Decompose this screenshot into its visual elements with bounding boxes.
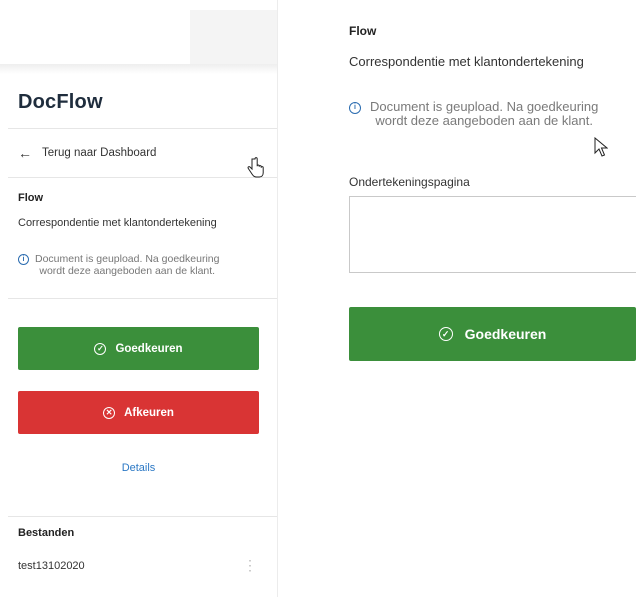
x-circle-icon: ✕ xyxy=(103,406,116,419)
arrow-left-icon: ← xyxy=(18,145,32,161)
flow-heading: Flow xyxy=(18,192,44,204)
kebab-menu-icon[interactable]: ⋮ xyxy=(243,557,257,574)
detail-approve-button[interactable]: ✓ Goedkeuren xyxy=(349,307,636,361)
info-text-line: wordt deze aangeboden aan de klant. xyxy=(39,265,216,277)
info-text-line: Document is geupload. Na goedkeuring xyxy=(370,99,599,114)
divider xyxy=(8,298,277,299)
back-label: Terug naar Dashboard xyxy=(42,147,157,159)
detail-info-message: i Document is geupload. Na goedkeuring w… xyxy=(349,100,636,128)
header-shadow xyxy=(0,64,277,74)
approve-label: Goedkeuren xyxy=(464,326,547,342)
divider xyxy=(8,516,277,517)
app-title: DocFlow xyxy=(18,91,103,113)
info-message: i Document is geupload. Na goedkeuring w… xyxy=(18,253,263,277)
detail-flow-name: Correspondentie met klantondertekening xyxy=(349,54,584,69)
info-text: Document is geupload. Na goedkeuring wor… xyxy=(35,253,219,277)
approve-button[interactable]: ✓ Goedkeuren xyxy=(18,327,259,370)
files-heading: Bestanden xyxy=(18,527,75,539)
back-to-dashboard-link[interactable]: ← Terug naar Dashboard xyxy=(18,143,156,163)
hand-cursor-icon xyxy=(247,157,264,178)
header-strip xyxy=(190,10,277,65)
sidebar-panel: DocFlow ← Terug naar Dashboard Flow Corr… xyxy=(0,0,278,597)
info-circle-icon: i xyxy=(349,102,361,114)
file-item[interactable]: test13102020 xyxy=(18,560,85,572)
detail-info-text: Document is geupload. Na goedkeuring wor… xyxy=(370,100,598,128)
flow-name: Correspondentie met klantondertekening xyxy=(18,217,217,229)
check-circle-icon: ✓ xyxy=(438,327,453,341)
info-text-line: Document is geupload. Na goedkeuring xyxy=(35,253,220,265)
detail-flow-heading: Flow xyxy=(349,24,377,38)
divider xyxy=(8,177,277,178)
reject-button[interactable]: ✕ Afkeuren xyxy=(18,391,259,434)
details-link[interactable]: Details xyxy=(0,462,277,474)
signature-page-label: Ondertekeningspagina xyxy=(349,175,470,189)
reject-label: Afkeuren xyxy=(124,406,174,419)
arrow-cursor-icon xyxy=(594,137,608,157)
signature-page-field[interactable] xyxy=(349,196,636,273)
check-circle-icon: ✓ xyxy=(94,342,107,355)
approve-label: Goedkeuren xyxy=(115,342,183,355)
info-circle-icon: i xyxy=(18,254,29,265)
divider xyxy=(8,128,277,129)
info-text-line: wordt deze aangeboden aan de klant. xyxy=(375,113,593,128)
